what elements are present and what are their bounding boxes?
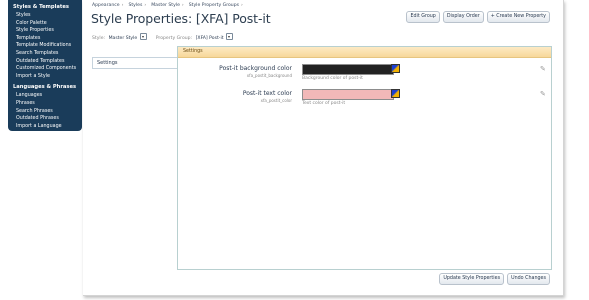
breadcrumb-item-property-groups[interactable]: Style Property Groups ›: [189, 3, 243, 8]
page-actions: Edit Group Display Order + Create New Pr…: [403, 11, 550, 23]
style-filter[interactable]: Style: Master Style: [92, 33, 147, 41]
sidebar-item-outdated-templates[interactable]: Outdated Templates: [8, 58, 82, 66]
color-value-input[interactable]: [302, 64, 394, 75]
edit-group-button[interactable]: Edit Group: [406, 11, 440, 23]
breadcrumb-item-styles[interactable]: Styles ›: [128, 3, 146, 8]
property-group-filter-label: Property Group:: [155, 36, 193, 41]
sidebar-item-import-language[interactable]: Import a Language: [8, 123, 82, 131]
create-property-button[interactable]: + Create New Property: [486, 11, 550, 23]
form-actions: Update Style Properties Undo Changes: [436, 273, 550, 285]
page-title: Style Properties: [XFA] Post-it: [91, 11, 271, 26]
color-picker-icon[interactable]: [391, 64, 400, 73]
sidebar-item-languages[interactable]: Languages: [8, 92, 82, 100]
sidebar-item-style-properties[interactable]: Style Properties: [8, 27, 82, 35]
tab-settings-label: Settings: [97, 60, 118, 66]
display-order-button[interactable]: Display Order: [442, 11, 484, 23]
breadcrumb: Appearance › Styles › Master Style › Style …: [92, 3, 248, 8]
pencil-icon[interactable]: ✎: [540, 66, 546, 73]
sidebar-item-color-palette[interactable]: Color Palette: [8, 20, 82, 28]
property-variable-name: xfa_postit_background: [246, 73, 292, 78]
color-value-input[interactable]: [302, 89, 394, 100]
settings-panel: Settings Post-it background color xfa_po…: [177, 46, 552, 270]
sidebar-item-templates[interactable]: Templates: [8, 35, 82, 43]
property-label: Post-it background color: [219, 65, 292, 72]
style-filter-value: Master Style: [108, 36, 138, 41]
style-filter-label: Style:: [92, 36, 106, 41]
property-description: Background color of post-it: [302, 76, 363, 81]
undo-changes-button[interactable]: Undo Changes: [507, 273, 550, 285]
color-picker-icon[interactable]: [391, 89, 400, 98]
property-variable-name: xfa_postit_color: [260, 98, 292, 103]
property-group-filter[interactable]: Property Group: [XFA] Post-it: [156, 33, 233, 41]
property-description: Text color of post-it: [302, 101, 346, 106]
breadcrumb-item-appearance[interactable]: Appearance ›: [92, 3, 123, 8]
sidebar-item-styles[interactable]: Styles: [8, 12, 82, 20]
sidebar-heading-languages: Languages & Phrases: [13, 84, 77, 91]
tab-settings[interactable]: Settings: [92, 57, 178, 69]
sidebar-item-phrases[interactable]: Phrases: [8, 100, 82, 108]
sidebar-item-search-templates[interactable]: Search Templates: [8, 50, 82, 58]
breadcrumb-item-master-style[interactable]: Master Style ›: [151, 3, 184, 8]
sidebar-item-template-modifications[interactable]: Template Modifications: [8, 42, 82, 50]
chevron-down-icon[interactable]: [139, 33, 147, 40]
main-content: Appearance › Styles › Master Style › Style …: [83, 0, 564, 296]
sidebar-item-customized-components[interactable]: Customized Components: [8, 65, 82, 73]
sidebar-heading-styles: Styles & Templates: [13, 4, 69, 10]
sidebar-item-import-style[interactable]: Import a Style: [8, 73, 82, 81]
property-group-filter-value: [XFA] Post-it: [195, 36, 224, 41]
chevron-down-icon[interactable]: [226, 33, 233, 40]
admin-sidebar: Styles & Templates Styles Color Palette …: [8, 0, 82, 131]
sidebar-item-outdated-phrases[interactable]: Outdated Phrases: [8, 115, 82, 123]
update-style-properties-button[interactable]: Update Style Properties: [439, 273, 505, 285]
panel-header: Settings: [178, 47, 551, 58]
filter-bar: Style: Master Style Property Group: [XFA…: [92, 33, 242, 41]
sidebar-item-search-phrases[interactable]: Search Phrases: [8, 108, 82, 116]
property-label: Post-it text color: [242, 90, 292, 97]
pencil-icon[interactable]: ✎: [540, 91, 546, 98]
